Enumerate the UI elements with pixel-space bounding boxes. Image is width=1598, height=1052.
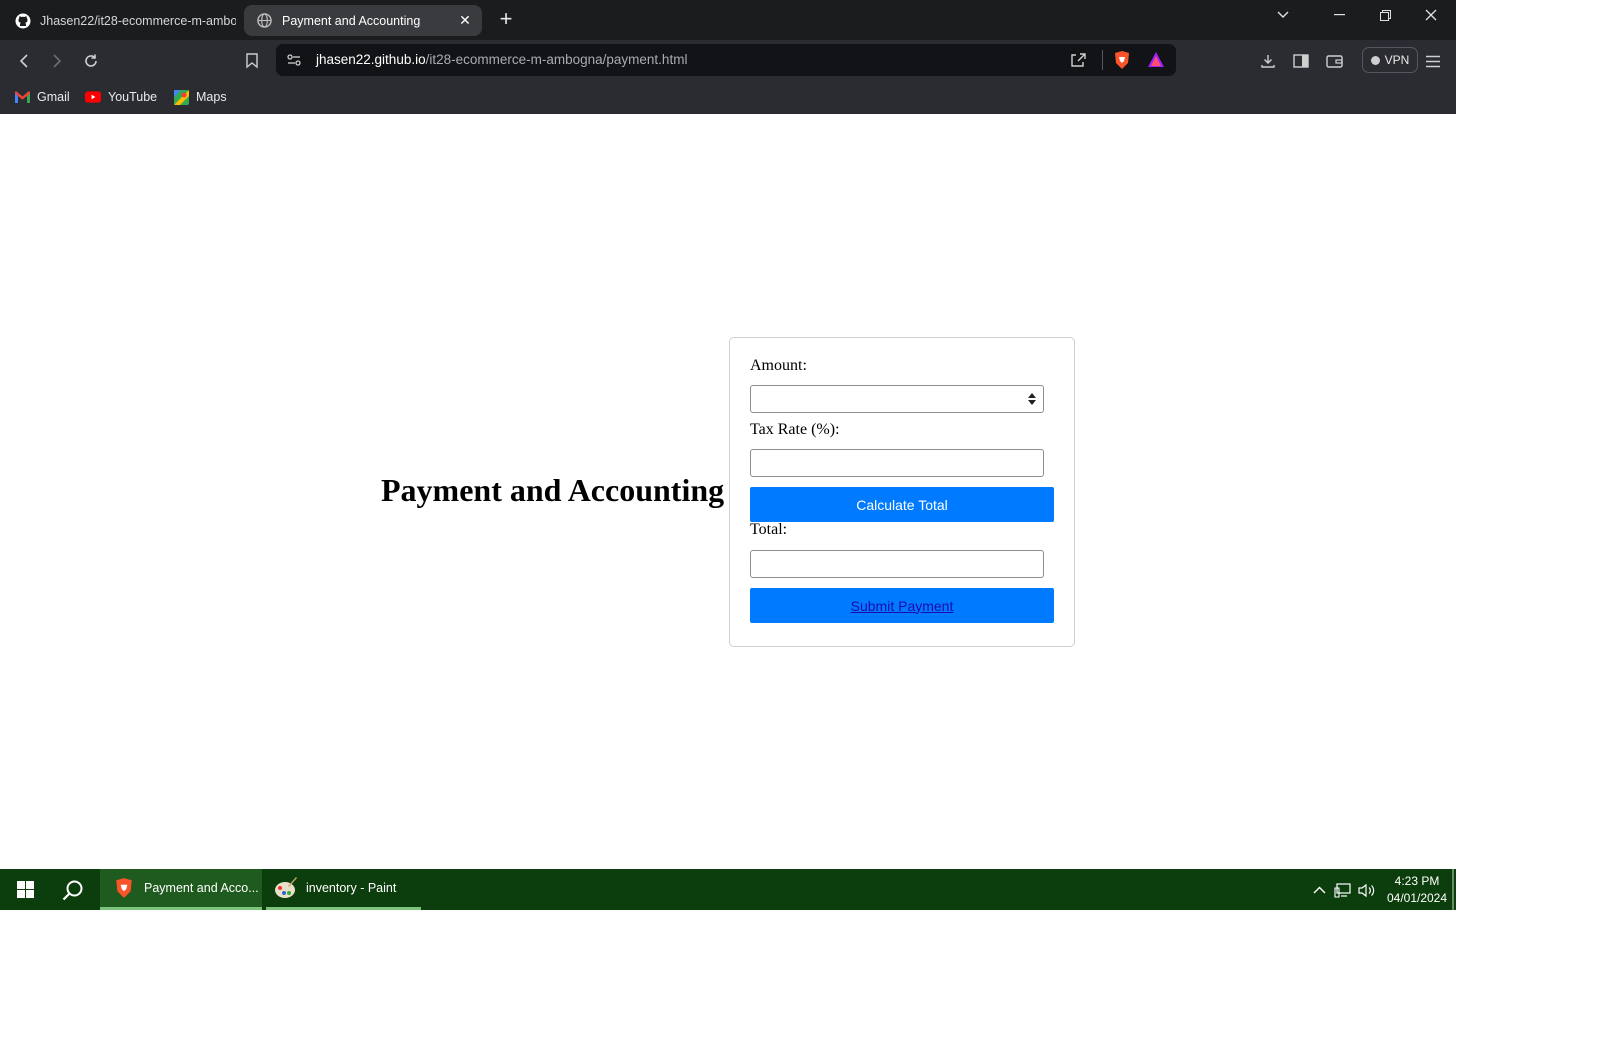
url-host: jhasen22.github.io xyxy=(316,52,426,67)
vpn-button[interactable]: VPN xyxy=(1362,47,1418,73)
bookmarks-bar: Gmail YouTube Maps xyxy=(0,81,1456,114)
close-window-icon[interactable] xyxy=(1408,0,1454,30)
bookmark-label: Gmail xyxy=(37,90,70,104)
calculate-total-button[interactable]: Calculate Total xyxy=(750,487,1054,522)
url-text[interactable]: jhasen22.github.io/it28-ecommerce-m-ambo… xyxy=(316,52,687,67)
tab-list-chevron-icon[interactable] xyxy=(1260,0,1306,30)
tab-title: Payment and Accounting xyxy=(282,13,421,28)
taskbar-app-browser[interactable]: Payment and Acco... xyxy=(100,869,262,910)
divider xyxy=(1102,50,1103,70)
vpn-status-icon xyxy=(1370,55,1380,65)
download-icon[interactable] xyxy=(1254,47,1282,75)
minimize-icon[interactable] xyxy=(1316,0,1362,30)
taskbar-app-label: inventory - Paint xyxy=(306,881,397,895)
url-path: /it28-ecommerce-m-ambogna/payment.html xyxy=(425,52,688,67)
bookmark-gmail[interactable]: Gmail xyxy=(14,87,70,107)
show-desktop-button[interactable] xyxy=(1452,869,1454,910)
brave-rewards-icon[interactable] xyxy=(1147,51,1165,74)
share-icon[interactable] xyxy=(1069,51,1087,74)
amount-input[interactable] xyxy=(750,385,1044,413)
total-label: Total: xyxy=(750,521,788,538)
restore-icon[interactable] xyxy=(1362,0,1408,30)
taskbar-app-label: Payment and Acco... xyxy=(144,881,259,895)
sidebar-icon[interactable] xyxy=(1287,47,1315,75)
taskbar: Payment and Acco... inventory - Paint 4:… xyxy=(0,869,1456,910)
tab-payment[interactable]: Payment and Accounting ✕ xyxy=(244,5,482,36)
tab-title: Jhasen22/it28-ecommerce-m-ambog xyxy=(40,13,236,28)
clock-date: 04/01/2024 xyxy=(1386,891,1448,905)
address-bar[interactable]: jhasen22.github.io/it28-ecommerce-m-ambo… xyxy=(276,44,1176,76)
system-clock[interactable]: 4:23 PM 04/01/2024 xyxy=(1382,873,1452,907)
gmail-icon xyxy=(14,89,30,105)
bookmark-icon[interactable] xyxy=(238,47,266,75)
forward-arrow-icon[interactable] xyxy=(43,47,71,75)
page-title: Payment and Accounting xyxy=(381,472,725,508)
tab-github[interactable]: Jhasen22/it28-ecommerce-m-ambog xyxy=(6,5,236,36)
github-icon xyxy=(14,12,31,29)
clock-time: 4:23 PM xyxy=(1394,874,1440,888)
close-icon[interactable]: ✕ xyxy=(454,10,476,32)
total-input[interactable] xyxy=(750,550,1044,578)
taskbar-app-paint[interactable]: inventory - Paint xyxy=(266,869,421,910)
wallet-icon[interactable] xyxy=(1320,47,1348,75)
browser-toolbar: jhasen22.github.io/it28-ecommerce-m-ambo… xyxy=(0,40,1456,81)
vpn-label: VPN xyxy=(1384,53,1410,67)
paint-icon xyxy=(274,876,298,900)
payment-form: Amount: Tax Rate (%): Calculate Total To… xyxy=(729,337,1075,647)
maps-icon xyxy=(173,89,189,105)
brave-icon xyxy=(112,876,136,900)
globe-icon xyxy=(256,12,273,29)
windows-start-icon[interactable] xyxy=(10,869,40,910)
site-settings-icon[interactable] xyxy=(286,52,302,73)
tax-rate-input[interactable] xyxy=(750,449,1044,477)
reload-icon[interactable] xyxy=(77,47,105,75)
bookmark-label: Maps xyxy=(196,90,227,104)
menu-icon[interactable] xyxy=(1419,47,1447,75)
submit-payment-button[interactable]: Submit Payment xyxy=(750,588,1054,623)
brave-shields-icon[interactable] xyxy=(1113,50,1131,75)
screen: Jhasen22/it28-ecommerce-m-ambog Payment … xyxy=(0,0,1598,1052)
tray-chevron-up-icon[interactable] xyxy=(1310,881,1328,899)
bookmark-youtube[interactable]: YouTube xyxy=(85,87,157,107)
amount-label: Amount: xyxy=(750,357,807,374)
back-arrow-icon[interactable] xyxy=(10,47,38,75)
number-spinner-icon[interactable] xyxy=(1027,392,1037,406)
youtube-icon xyxy=(85,89,101,105)
tab-bar: Jhasen22/it28-ecommerce-m-ambog Payment … xyxy=(0,0,1456,40)
search-icon[interactable] xyxy=(58,869,88,910)
bookmark-label: YouTube xyxy=(108,90,158,104)
volume-icon[interactable] xyxy=(1357,881,1375,899)
new-tab-icon[interactable]: + xyxy=(494,8,518,32)
tax-rate-label: Tax Rate (%): xyxy=(750,421,840,438)
bookmark-maps[interactable]: Maps xyxy=(173,87,227,107)
submit-payment-link[interactable]: Submit Payment xyxy=(851,598,954,614)
network-icon[interactable] xyxy=(1333,881,1351,899)
